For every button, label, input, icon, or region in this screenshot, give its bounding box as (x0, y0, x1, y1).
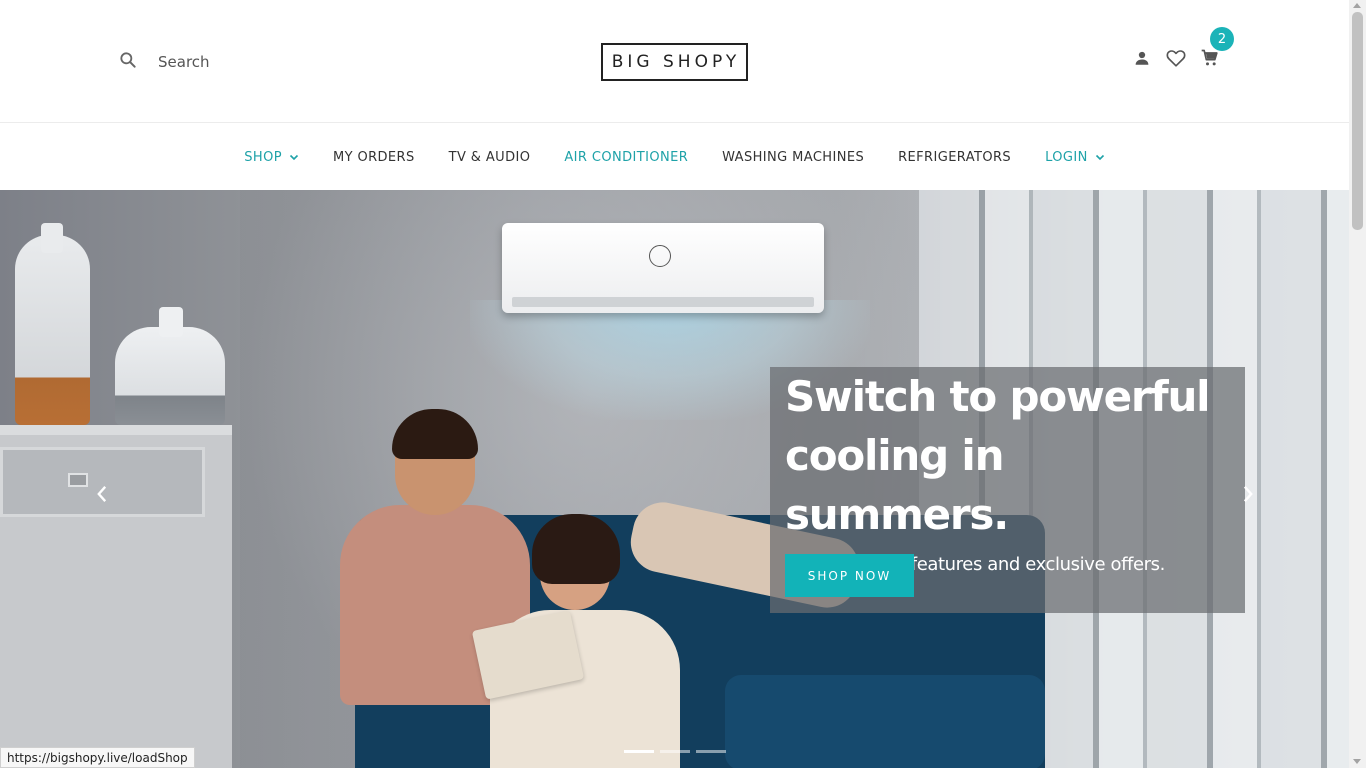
nav-item-label: LOGIN (1045, 149, 1088, 165)
search-icon[interactable] (118, 50, 138, 75)
nav-item-label: AIR CONDITIONER (564, 149, 689, 165)
carousel-indicator[interactable] (696, 750, 726, 753)
nav-item-washing-machines[interactable]: WASHING MACHINES (722, 150, 864, 165)
nav-item-label: MY ORDERS (332, 149, 415, 165)
shop-now-button[interactable]: SHOP NOW (785, 554, 914, 597)
site-logo[interactable]: BIG SHOPY (601, 43, 748, 81)
nav-item-shop[interactable]: SHOP (244, 150, 299, 165)
scrollbar-thumb[interactable] (1352, 12, 1363, 230)
cart-count-badge: 2 (1210, 27, 1234, 51)
nav-item-label: REFRIGERATORS (898, 149, 1012, 165)
search-bar (118, 48, 318, 76)
chevron-right-icon (1243, 486, 1253, 502)
nav-item-label: SHOP (244, 149, 282, 165)
chevron-left-icon (97, 486, 107, 502)
chevron-down-icon (289, 154, 299, 161)
hero-carousel: Switch to powerful cooling in summers. E… (0, 190, 1349, 768)
nav-item-my-orders[interactable]: MY ORDERS (333, 150, 415, 165)
carousel-next-button[interactable] (1238, 482, 1258, 506)
hero-caption: Switch to powerful cooling in summers. E… (770, 367, 1245, 613)
link-status-bar: https://bigshopy.live/loadShop (0, 747, 195, 768)
decor-shelf (0, 425, 232, 768)
nav-item-label: TV & AUDIO (448, 149, 531, 165)
carousel-prev-button[interactable] (92, 482, 112, 506)
scroll-up-arrow-icon[interactable] (1353, 3, 1361, 8)
carousel-indicator[interactable] (624, 750, 654, 753)
air-conditioner-image (502, 223, 824, 313)
page-scrollbar[interactable] (1349, 0, 1366, 768)
header-actions (1130, 44, 1222, 72)
user-icon[interactable] (1130, 46, 1154, 70)
nav-item-tv-audio[interactable]: TV & AUDIO (449, 150, 531, 165)
search-input[interactable] (158, 53, 318, 71)
scroll-down-arrow-icon[interactable] (1353, 759, 1361, 764)
main-nav: SHOP MY ORDERS TV & AUDIO AIR CONDITIONE… (0, 124, 1349, 190)
site-header: BIG SHOPY 2 (0, 0, 1349, 123)
heart-icon[interactable] (1164, 46, 1188, 70)
nav-item-label: WASHING MACHINES (722, 149, 865, 165)
nav-item-refrigerators[interactable]: REFRIGERATORS (898, 150, 1011, 165)
carousel-indicators (624, 750, 732, 753)
decor-vase (115, 307, 225, 425)
chevron-down-icon (1095, 154, 1104, 161)
decor-vase (15, 223, 90, 425)
carousel-indicator[interactable] (660, 750, 690, 753)
hero-headline: Switch to powerful cooling in summers. (785, 372, 1211, 539)
nav-item-login[interactable]: LOGIN (1045, 150, 1105, 165)
nav-item-air-conditioner[interactable]: AIR CONDITIONER (564, 150, 688, 165)
